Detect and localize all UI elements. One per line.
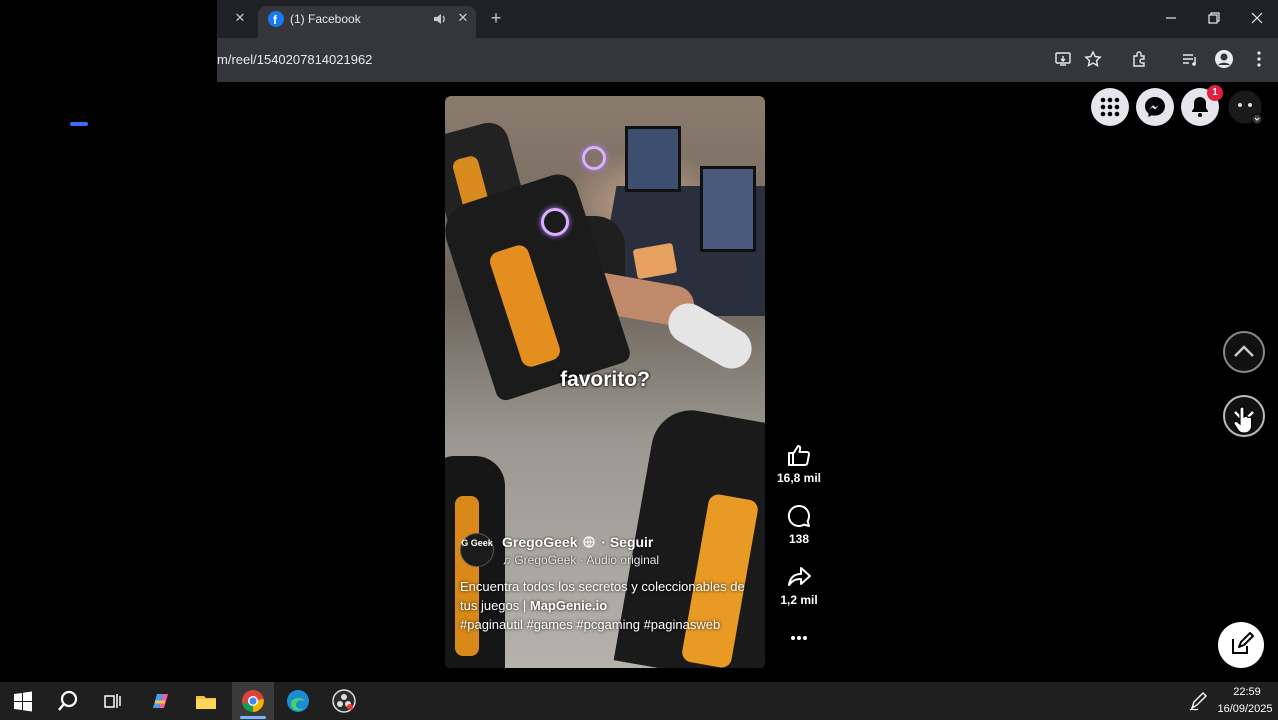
video-caption: favorito? [560,368,650,391]
profile-avatar[interactable] [1228,90,1263,125]
copilot-icon[interactable] [147,688,173,714]
close-tab-icon[interactable]: ✕ [232,10,248,26]
address-bar[interactable]: m/reel/1540207814021962 [217,52,372,67]
comment-icon[interactable] [785,502,813,530]
globe-icon [583,535,595,548]
previous-reel-button[interactable] [1223,331,1265,373]
bookmark-star-icon[interactable] [1083,49,1103,69]
reel-description: Encuentra todos los secretos y coleccion… [460,577,760,634]
media-control-icon[interactable] [1180,49,1200,69]
messenger-button[interactable] [1136,88,1174,126]
like-count: 16,8 mil [776,471,822,485]
chrome-icon[interactable] [240,688,266,714]
restore-icon[interactable] [1205,9,1223,27]
reel-video[interactable]: favorito? G Geek GregoGeek · Seguir ♫ Gr… [445,96,765,668]
share-icon[interactable] [785,563,813,591]
comment-count: 138 [788,532,810,546]
like-icon[interactable] [785,441,813,469]
menu-button[interactable] [1091,88,1129,126]
minimize-icon[interactable] [1162,9,1180,27]
grid-menu-icon [1100,97,1120,117]
svg-text:f: f [273,13,278,27]
compose-button[interactable] [1218,622,1264,668]
author-avatar[interactable]: G Geek [460,533,494,567]
audio-line[interactable]: ♫ GregoGeek · Audio original [502,553,659,567]
windows-taskbar [0,682,1278,720]
headset-glow [582,146,606,170]
install-app-icon[interactable] [1053,49,1073,69]
clock-time[interactable]: 22:59 [1222,686,1272,698]
follow-button[interactable]: · Seguir [601,534,653,550]
author-name[interactable]: GregoGeek [502,534,577,550]
monitor [700,166,756,252]
windows-start-icon[interactable] [10,688,36,714]
chevron-up-icon [1234,345,1254,357]
music-note-icon: ♫ [502,553,511,567]
new-tab-button[interactable]: + [486,8,506,28]
browser-menu-icon[interactable] [1249,49,1269,69]
avatar-face-icon [1229,91,1263,125]
hand-cursor-icon [1232,406,1256,434]
profile-avatar-icon[interactable] [1214,49,1234,69]
extensions-icon[interactable] [1130,49,1150,69]
edge-icon[interactable] [285,688,311,714]
tab-title: (1) Facebook [290,12,361,26]
monitor [625,126,681,192]
taskbar-underline [240,716,266,719]
pen-icon[interactable] [1186,688,1212,714]
audio-label: GregoGeek · Audio original [514,553,660,567]
messenger-icon [1145,97,1165,117]
task-view-icon[interactable] [100,688,126,714]
author-line: GregoGeek · Seguir [502,534,653,550]
hashtags[interactable]: #paginautil #games #pcgaming #paginasweb [460,617,720,632]
clock-date[interactable]: 16/09/2025 [1212,703,1278,715]
close-tab-icon[interactable]: ✕ [455,10,471,26]
edit-icon [1232,632,1254,654]
blue-indicator [70,122,88,126]
close-window-icon[interactable] [1248,9,1266,27]
notification-badge: 1 [1207,85,1223,101]
more-options-icon[interactable] [785,624,813,652]
file-explorer-icon[interactable] [193,688,219,714]
obs-recorder-icon[interactable] [331,688,357,714]
headset-glow [541,208,569,236]
search-icon[interactable] [55,688,81,714]
description-link[interactable]: MapGenie.io [530,598,607,613]
speaker-icon[interactable] [432,11,448,27]
black-overlay [0,0,217,82]
facebook-favicon-icon: f [268,11,284,27]
share-count: 1,2 mil [780,593,818,607]
